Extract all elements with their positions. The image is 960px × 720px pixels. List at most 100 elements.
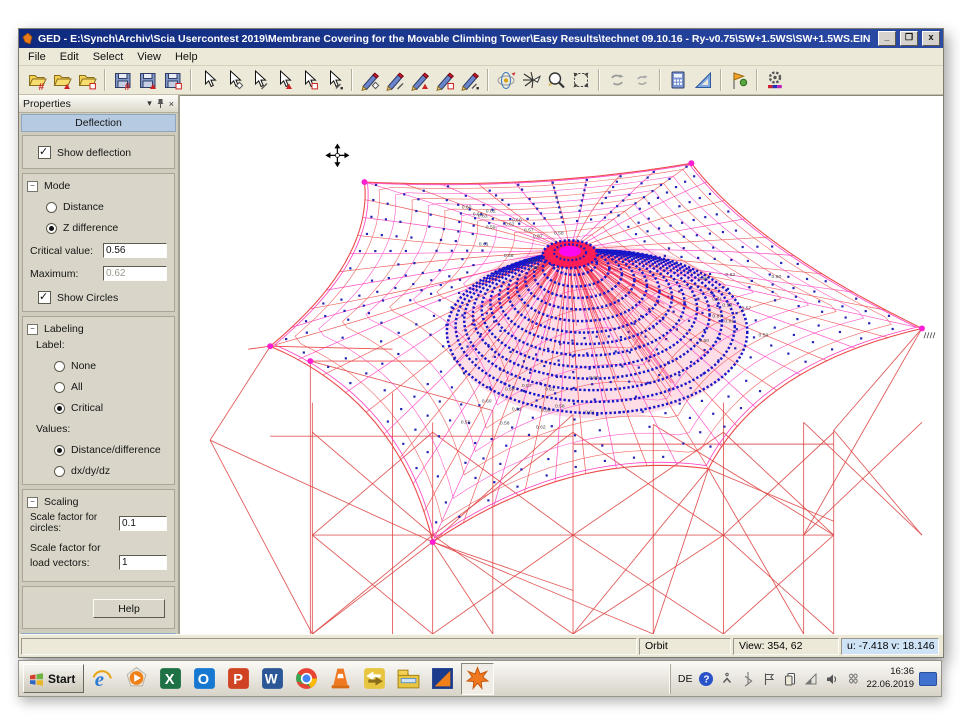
toolbar-link-a-icon[interactable] xyxy=(604,68,629,92)
tray-help-icon[interactable]: ? xyxy=(697,670,714,687)
toolbar-link-b-icon[interactable] xyxy=(629,68,654,92)
values-distance-radio[interactable] xyxy=(54,445,65,456)
taskbar-word-icon[interactable]: W xyxy=(257,664,288,694)
toolbar-cursor-square-icon[interactable] xyxy=(296,68,321,92)
move-cursor xyxy=(325,143,349,167)
toolbar-cursor-dot-icon[interactable] xyxy=(321,68,346,92)
toolbar-group-6 xyxy=(663,68,717,92)
scale-circles-input[interactable] xyxy=(119,516,167,531)
toolbar-fit-icon[interactable] xyxy=(568,68,593,92)
menu-file[interactable]: File xyxy=(21,50,53,64)
critical-value-input[interactable] xyxy=(103,243,167,258)
tray-network-icon[interactable] xyxy=(802,670,819,687)
svg-text:0.61: 0.61 xyxy=(724,319,734,325)
restore-button[interactable]: ❐ xyxy=(900,31,918,46)
menu-help[interactable]: Help xyxy=(168,50,205,64)
taskbar-excel-icon[interactable]: X xyxy=(155,664,186,694)
tray-device-icon[interactable] xyxy=(781,670,798,687)
toolbar-save-triangle-icon[interactable] xyxy=(135,68,160,92)
mode-distance-radio[interactable] xyxy=(46,202,57,213)
label-critical-radio[interactable] xyxy=(54,403,65,414)
tray-bluetooth-icon[interactable] xyxy=(739,670,756,687)
toolbar-separator xyxy=(487,69,488,91)
toolbar-flag-run-icon[interactable] xyxy=(726,68,751,92)
mode-zdifference-radio[interactable] xyxy=(46,223,57,234)
tray-speaker-icon[interactable] xyxy=(823,670,840,687)
values-dxdydz-label: dx/dy/dz xyxy=(71,465,110,477)
taskbar-clock[interactable]: 16:36 22.06.2019 xyxy=(866,666,914,691)
toolbar-pen-square-icon[interactable] xyxy=(432,68,457,92)
help-button[interactable]: Help xyxy=(93,599,165,618)
title-bar[interactable]: GED - E:\Synch\Archiv\Scia Usercontest 2… xyxy=(19,29,943,48)
collapse-mode-icon[interactable]: − xyxy=(27,181,38,192)
toolbar-gear-colors-icon[interactable] xyxy=(762,68,787,92)
taskbar-outlook-icon[interactable]: O xyxy=(189,664,220,694)
toolbar-open-triangle-icon[interactable] xyxy=(49,68,74,92)
start-button[interactable]: Start xyxy=(23,664,84,693)
toolbar-group-5 xyxy=(602,68,656,92)
tray-caret-icon[interactable] xyxy=(718,670,735,687)
panel-pin-icon[interactable] xyxy=(156,98,165,109)
toolbar-zoom-icon[interactable] xyxy=(543,68,568,92)
group-mode: − Mode Distance Z difference Critical va… xyxy=(22,173,175,312)
label-none-radio[interactable] xyxy=(54,361,65,372)
toolbar-rays-icon[interactable] xyxy=(518,68,543,92)
toolbar-calculator-icon[interactable] xyxy=(665,68,690,92)
minimize-button[interactable]: _ xyxy=(878,31,896,46)
tray-community-icon[interactable] xyxy=(844,670,861,687)
viewport[interactable]: 0.870.610.580.590.600.620.570.610.630.58… xyxy=(180,95,943,634)
label-all-radio[interactable] xyxy=(54,382,65,393)
toolbar-save-square-icon[interactable] xyxy=(160,68,185,92)
values-dxdydz-radio[interactable] xyxy=(54,466,65,477)
taskbar-chrome-icon[interactable] xyxy=(291,664,322,694)
close-button[interactable]: x xyxy=(922,31,940,46)
menu-select[interactable]: Select xyxy=(86,50,131,64)
toolbar-open-square-icon[interactable] xyxy=(74,68,99,92)
panel-close-icon[interactable]: × xyxy=(169,99,174,109)
taskbar-files-icon[interactable] xyxy=(393,664,424,694)
collapse-scaling-icon[interactable]: − xyxy=(27,497,38,508)
collapse-labeling-icon[interactable]: − xyxy=(27,324,38,335)
taskbar-exchange-icon[interactable] xyxy=(359,664,390,694)
toolbar-cursor-plain-icon[interactable] xyxy=(196,68,221,92)
toolbar-save-hash-icon[interactable]: # xyxy=(110,68,135,92)
taskbar-ie-icon[interactable]: e xyxy=(87,664,118,694)
svg-text:#: # xyxy=(38,82,44,91)
taskbar-membrane-app-icon[interactable] xyxy=(461,663,494,695)
toolbar-cursor-triangle-icon[interactable] xyxy=(271,68,296,92)
toolbar-setsquare-icon[interactable] xyxy=(690,68,715,92)
viewport-canvas[interactable]: 0.870.610.580.590.600.620.570.610.630.58… xyxy=(180,96,943,634)
toolbar-pen-triangle-icon[interactable] xyxy=(407,68,432,92)
taskbar-cad-icon[interactable] xyxy=(427,664,458,694)
scaling-section-label: Scaling xyxy=(44,496,78,508)
toolbar-pen-dot-icon[interactable] xyxy=(457,68,482,92)
language-indicator[interactable]: DE xyxy=(678,673,693,685)
svg-text:0.58: 0.58 xyxy=(555,404,565,410)
toolbar-cursor-slash-icon[interactable] xyxy=(246,68,271,92)
menu-edit[interactable]: Edit xyxy=(53,50,86,64)
toolbar-pen-slash-icon[interactable] xyxy=(382,68,407,92)
toolbar-orbit-icon[interactable] xyxy=(493,68,518,92)
menu-bar: FileEditSelectViewHelp xyxy=(19,48,943,66)
show-deflection-checkbox[interactable] xyxy=(38,146,51,159)
toolbar-open-hash-icon[interactable]: # xyxy=(24,68,49,92)
svg-text:0.62: 0.62 xyxy=(486,209,496,215)
svg-text:X: X xyxy=(165,672,175,688)
menu-view[interactable]: View xyxy=(130,50,168,64)
panel-title-bar[interactable]: Properties ▾ × xyxy=(19,95,178,113)
taskbar-powerpoint-icon[interactable]: P xyxy=(223,664,254,694)
toolbar-cursor-diamond-icon[interactable] xyxy=(221,68,246,92)
svg-text:0.59: 0.59 xyxy=(529,265,539,271)
scale-vectors-label2: load vectors: xyxy=(30,557,90,569)
taskbar-vlc-icon[interactable] xyxy=(325,664,356,694)
tray-flag-icon[interactable] xyxy=(760,670,777,687)
toolbar-group-7 xyxy=(724,68,753,92)
show-desktop-button[interactable] xyxy=(919,672,937,686)
toolbar-separator xyxy=(104,69,105,91)
scale-vectors-input[interactable] xyxy=(119,555,167,570)
panel-dropdown-icon[interactable]: ▾ xyxy=(147,98,152,109)
toolbar-separator xyxy=(351,69,352,91)
show-circles-checkbox[interactable] xyxy=(38,291,51,304)
toolbar-pen-diamond-icon[interactable] xyxy=(357,68,382,92)
taskbar-media-player-icon[interactable] xyxy=(121,664,152,694)
